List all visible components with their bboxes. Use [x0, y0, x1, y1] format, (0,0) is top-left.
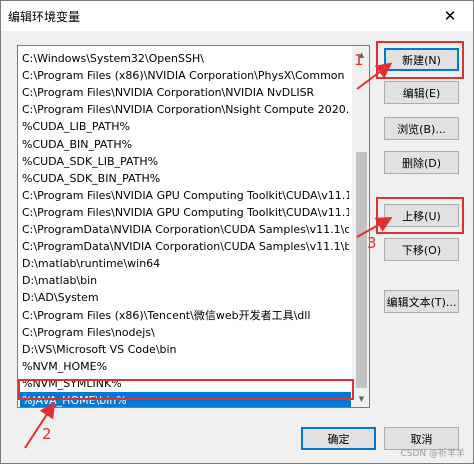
annotation-number-3: 3 — [367, 234, 377, 252]
path-list-item[interactable]: %CUDA_SDK_BIN_PATH% — [22, 170, 349, 187]
title-bar: 编辑环境变量 ✕ — [1, 1, 473, 31]
watermark: CSDN @祈羊羊 — [400, 449, 465, 459]
edit-button[interactable]: 编辑(E) — [384, 81, 459, 104]
path-list-item[interactable]: D:\AD\System — [22, 289, 349, 306]
path-list-item[interactable]: C:\Program Files\NVIDIA GPU Computing To… — [22, 187, 349, 204]
path-list-item[interactable]: C:\Program Files (x86)\Tencent\微信web开发者工… — [22, 307, 349, 324]
delete-button[interactable]: 删除(D) — [384, 151, 459, 174]
path-list-item[interactable]: D:\matlab\runtime\win64 — [22, 255, 349, 272]
close-icon[interactable]: ✕ — [427, 1, 473, 31]
path-list-item[interactable]: %NVM_HOME% — [22, 358, 349, 375]
path-list-item[interactable]: %CUDA_SDK_LIB_PATH% — [22, 153, 349, 170]
path-list-item[interactable]: C:\Program Files\nodejs\ — [22, 324, 349, 341]
edit-env-var-dialog: 编辑环境变量 ✕ C:\Windows\System32\OpenSSH\ C:\… — [0, 0, 474, 464]
path-list-item[interactable]: %NVM_SYMLINK% — [22, 375, 349, 392]
move-down-button[interactable]: 下移(O) — [384, 238, 459, 261]
path-list[interactable]: C:\Windows\System32\OpenSSH\ C:\Program F… — [17, 45, 370, 408]
move-up-button[interactable]: 上移(U) — [384, 204, 459, 227]
path-list-item[interactable]: C:\ProgramData\NVIDIA Corporation\CUDA S… — [22, 238, 349, 255]
path-list-item[interactable]: %CUDA_LIB_PATH% — [22, 118, 349, 135]
path-list-item[interactable]: C:\Program Files\NVIDIA GPU Computing To… — [22, 204, 349, 221]
path-list-item[interactable]: C:\Program Files\NVIDIA Corporation\NVID… — [22, 84, 349, 101]
path-list-item[interactable]: C:\ProgramData\NVIDIA Corporation\CUDA S… — [22, 221, 349, 238]
scroll-down-icon[interactable]: ▼ — [353, 390, 369, 407]
path-list-item[interactable]: %JAVA_HOME\bin% — [20, 392, 351, 407]
new-button[interactable]: 新建(N) — [384, 48, 459, 71]
path-list-item[interactable]: C:\Program Files\NVIDIA Corporation\Nsig… — [22, 101, 349, 118]
path-list-item[interactable]: D:\matlab\bin — [22, 272, 349, 289]
scroll-thumb[interactable] — [356, 152, 367, 388]
path-list-item[interactable]: D:\VS\Microsoft VS Code\bin — [22, 341, 349, 358]
browse-button[interactable]: 浏览(B)... — [384, 117, 459, 140]
annotation-number-2: 2 — [42, 425, 52, 443]
path-list-item[interactable]: C:\Program Files (x86)\NVIDIA Corporatio… — [22, 67, 349, 84]
path-list-item[interactable]: C:\Windows\System32\OpenSSH\ — [22, 50, 349, 67]
edit-text-button[interactable]: 编辑文本(T)... — [384, 290, 459, 313]
list-scrollbar[interactable]: ▲ ▼ — [352, 46, 369, 407]
path-list-item[interactable]: %CUDA_BIN_PATH% — [22, 136, 349, 153]
ok-button[interactable]: 确定 — [301, 427, 376, 450]
window-title: 编辑环境变量 — [8, 9, 81, 24]
annotation-number-1: 1 — [354, 51, 364, 69]
